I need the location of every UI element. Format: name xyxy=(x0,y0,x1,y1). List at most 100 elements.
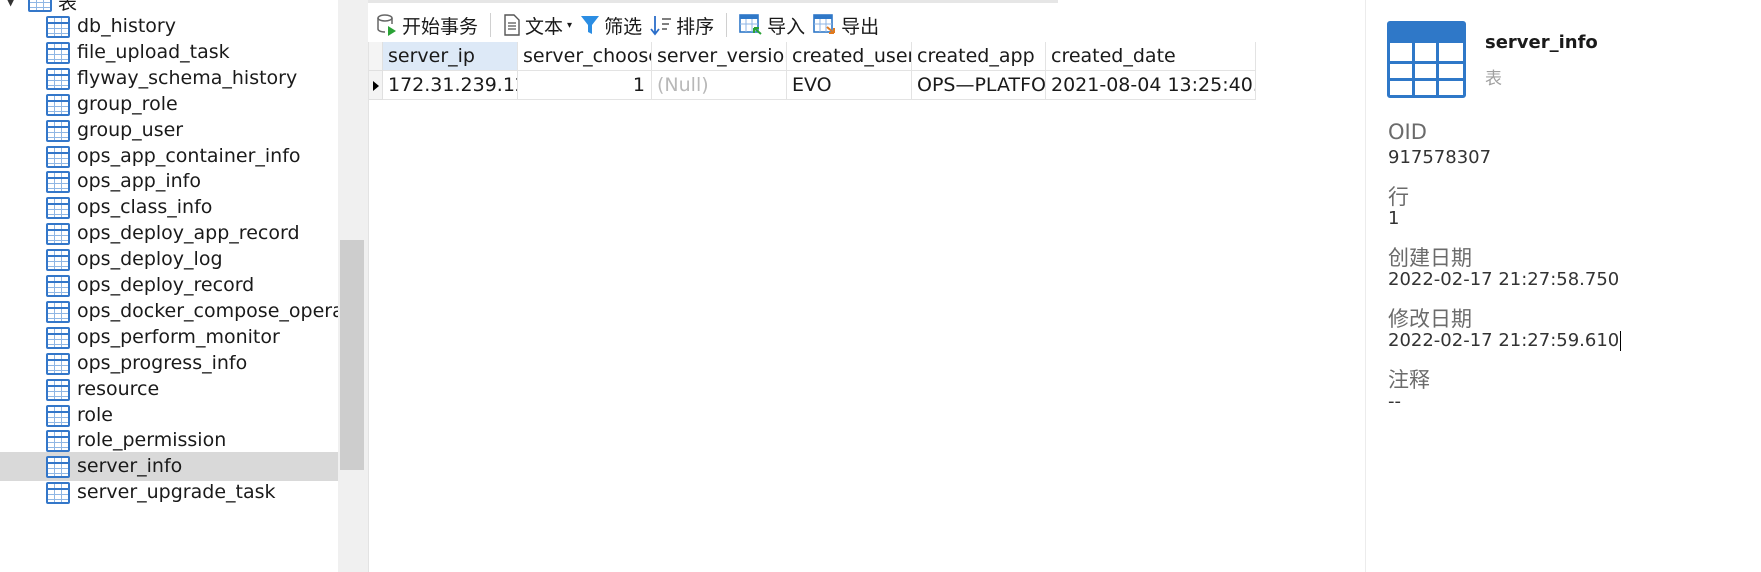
tree-item-ops-deploy-log[interactable]: ops_deploy_log xyxy=(0,245,340,274)
sort-icon xyxy=(650,14,672,36)
info-title: server_info xyxy=(1485,32,1598,53)
column-header[interactable]: created_date xyxy=(1046,42,1256,71)
filter-funnel-icon xyxy=(580,14,600,36)
tree-item-label: ops_perform_monitor xyxy=(77,325,280,348)
tree-item-file-upload-task[interactable]: file_upload_task xyxy=(0,38,340,67)
tree-item-label: ops_class_info xyxy=(77,196,213,219)
toolbar-separator xyxy=(490,13,492,37)
tree-item-label: file_upload_task xyxy=(77,40,230,63)
tree-item-ops-docker-compose-operatio[interactable]: ops_docker_compose_operatio xyxy=(0,297,340,326)
table-icon xyxy=(46,275,70,297)
tree-item-ops-app-container-info[interactable]: ops_app_container_info xyxy=(0,142,340,171)
import-label: 导入 xyxy=(767,15,806,38)
begin-transaction-button[interactable]: 开始事务 xyxy=(372,10,482,40)
table-row[interactable]: 172.31.239.124 1 (Null) EVO OPS—PLATFORM… xyxy=(369,71,1256,100)
tree-item-group-role[interactable]: group_role xyxy=(0,90,340,119)
column-header[interactable]: server_choose xyxy=(518,42,652,71)
table-icon xyxy=(46,456,70,479)
table-icon xyxy=(46,378,70,401)
table-icon xyxy=(46,41,70,64)
row-indicator[interactable] xyxy=(369,71,383,100)
prop-value-rows[interactable]: 1 xyxy=(1388,208,1399,229)
tree-item-server-upgrade-task[interactable]: server_upgrade_task xyxy=(0,478,340,507)
tree-item-group-user[interactable]: group_user xyxy=(0,116,340,145)
tree-item-ops-progress-info[interactable]: ops_progress_info xyxy=(0,349,340,378)
table-icon xyxy=(46,197,70,220)
table-icon xyxy=(46,171,70,194)
prop-label-modified: 修改日期 xyxy=(1388,307,1472,331)
tree-item-label: role_permission xyxy=(77,429,227,452)
table-icon xyxy=(46,326,70,349)
tree-item-ops-perform-monitor[interactable]: ops_perform_monitor xyxy=(0,323,340,352)
cell-server-version[interactable]: (Null) xyxy=(652,71,787,100)
column-header[interactable]: created_user xyxy=(787,42,912,71)
cell-created-app[interactable]: OPS—PLATFORM xyxy=(912,71,1046,100)
info-subtitle: 表 xyxy=(1485,69,1502,89)
sort-label: 排序 xyxy=(676,15,715,38)
tree-item-label: ops_app_container_info xyxy=(77,144,301,167)
tree-scrollbar[interactable] xyxy=(338,0,368,572)
prop-value-created[interactable]: 2022-02-17 21:27:58.750 xyxy=(1388,269,1619,290)
cell-created-user[interactable]: EVO xyxy=(787,71,912,100)
cell-server-choose[interactable]: 1 xyxy=(518,71,652,100)
export-table-icon xyxy=(813,14,837,36)
grid-toolbar: 开始事务 文本 ▾ 筛选 排序 导入 导出 xyxy=(368,8,1358,42)
table-data-view: 开始事务 文本 ▾ 筛选 排序 导入 导出 server_ip server_c… xyxy=(368,0,1358,572)
import-button[interactable]: 导入 xyxy=(735,10,809,40)
tree-item-label: ops_progress_info xyxy=(77,351,248,374)
table-icon xyxy=(46,16,70,38)
import-table-icon xyxy=(739,14,763,36)
prop-value-oid[interactable]: 917578307 xyxy=(1388,147,1491,168)
prop-label-oid: OID xyxy=(1388,120,1427,144)
tree-item-server-info[interactable]: server_info xyxy=(0,452,340,482)
data-grid: server_ip server_choose server_version c… xyxy=(368,42,1358,572)
table-icon xyxy=(46,482,70,505)
tree-item-role-permission[interactable]: role_permission xyxy=(0,426,340,455)
table-icon xyxy=(46,67,70,90)
tree-item-label: flyway_schema_history xyxy=(77,66,298,89)
tree-item-label: server_info xyxy=(77,455,183,478)
tree-item-label: ops_deploy_app_record xyxy=(77,222,300,245)
tree-item-ops-class-info[interactable]: ops_class_info xyxy=(0,193,340,222)
tree-item-ops-deploy-app-record[interactable]: ops_deploy_app_record xyxy=(0,219,340,248)
tree-item-label: server_upgrade_task xyxy=(77,481,276,504)
text-view-button[interactable]: 文本 ▾ xyxy=(499,10,576,40)
grid-corner[interactable] xyxy=(369,42,383,71)
export-button[interactable]: 导出 xyxy=(809,10,883,40)
tree-item-label: role xyxy=(77,403,113,426)
cell-created-date[interactable]: 2021-08-04 13:25:40.0000 xyxy=(1046,71,1256,100)
object-info-panel: server_info 表 OID 917578307 行 1 创建日期 202… xyxy=(1365,0,1761,572)
tree-item-resource[interactable]: resource xyxy=(0,375,340,404)
cell-server-ip[interactable]: 172.31.239.124 xyxy=(383,71,518,100)
dropdown-arrow-icon[interactable]: ▾ xyxy=(567,20,572,31)
column-header[interactable]: server_ip xyxy=(383,42,518,71)
sort-button[interactable]: 排序 xyxy=(646,10,718,40)
table-icon xyxy=(46,223,70,246)
chevron-down-icon[interactable]: ▼ xyxy=(6,0,24,8)
table-icon xyxy=(46,145,70,168)
prop-value-modified-text: 2022-02-17 21:27:59.610 xyxy=(1388,330,1620,351)
tree-item-role[interactable]: role xyxy=(0,401,340,430)
prop-value-comment[interactable]: -- xyxy=(1388,391,1401,412)
tree-scrollbar-thumb[interactable] xyxy=(340,240,364,470)
tree-item-label: ops_app_info xyxy=(77,170,201,193)
tree-item-label: db_history xyxy=(77,15,176,37)
current-row-arrow-icon xyxy=(373,81,379,91)
app-window: ▼ 表 db_history file_upload_task flyway_sch… xyxy=(0,0,1761,572)
tree-item-flyway-schema-history[interactable]: flyway_schema_history xyxy=(0,64,340,93)
tables-folder-icon xyxy=(28,0,52,12)
tree-item-ops-app-info[interactable]: ops_app_info xyxy=(0,167,340,196)
tree-item-ops-deploy-record[interactable]: ops_deploy_record xyxy=(0,271,340,300)
table-icon xyxy=(46,404,70,427)
tab-strip xyxy=(368,0,1058,3)
prop-value-modified[interactable]: 2022-02-17 21:27:59.610 xyxy=(1388,330,1622,351)
column-header[interactable]: created_app xyxy=(912,42,1046,71)
tree-item-db-history[interactable]: db_history xyxy=(0,12,340,41)
tree-item-label: group_role xyxy=(77,92,178,115)
grid-header-row: server_ip server_choose server_version c… xyxy=(369,42,1256,71)
table-icon xyxy=(46,430,70,453)
column-header[interactable]: server_version xyxy=(652,42,787,71)
filter-button[interactable]: 筛选 xyxy=(576,10,646,40)
tree-item-label: group_user xyxy=(77,118,184,141)
tree-item-label: ops_deploy_log xyxy=(77,248,223,271)
